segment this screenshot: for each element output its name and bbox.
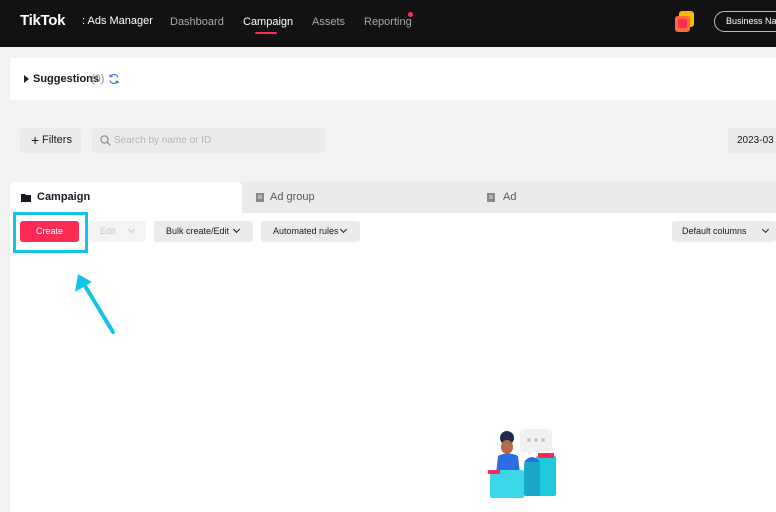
nav-campaign[interactable]: Campaign	[243, 16, 293, 28]
refresh-icon[interactable]	[108, 73, 120, 85]
tab-ad-group-label: Ad group	[270, 191, 315, 203]
chevron-down-icon	[232, 225, 241, 234]
default-columns-button[interactable]: Default columns	[672, 221, 776, 242]
business-name-button[interactable]: Business Nam	[714, 11, 776, 32]
tab-campaign-label: Campaign	[37, 191, 91, 203]
search-box[interactable]	[92, 128, 325, 153]
document-icon	[256, 193, 264, 202]
nav-dashboard[interactable]: Dashboard	[170, 16, 224, 28]
search-input[interactable]	[114, 128, 314, 153]
campaign-table-area	[10, 213, 776, 512]
tiktok-logo[interactable]: TikTok	[20, 12, 65, 29]
bulk-create-edit-label: Bulk create/Edit	[166, 226, 230, 236]
top-nav-bar: TikTok : Ads Manager Dashboard Campaign …	[0, 0, 776, 47]
chevron-down-icon	[761, 225, 770, 234]
account-app-icon[interactable]	[674, 10, 696, 34]
edit-label: Edit	[100, 226, 116, 236]
empty-state-illustration	[488, 429, 556, 498]
filters-button[interactable]: + Filters	[20, 128, 81, 153]
chevron-down-icon	[339, 225, 348, 234]
suggestions-panel: Suggestions (0)	[10, 58, 776, 100]
tab-ad-group[interactable]: Ad group	[243, 182, 473, 213]
tab-ad-label: Ad	[503, 191, 517, 203]
automated-rules-button[interactable]: Automated rules	[261, 221, 360, 242]
bulk-create-edit-button[interactable]: Bulk create/Edit	[154, 221, 253, 242]
folder-icon	[21, 194, 31, 202]
document-icon	[487, 193, 495, 202]
annotation-arrow-icon	[75, 274, 115, 334]
nav-reporting[interactable]: Reporting	[364, 16, 412, 28]
nav-active-indicator	[255, 32, 277, 34]
notification-dot	[408, 12, 413, 17]
logo-suffix: : Ads Manager	[82, 15, 153, 27]
search-icon	[100, 135, 111, 146]
default-columns-label: Default columns	[682, 226, 747, 236]
caret-right-icon[interactable]	[24, 75, 29, 83]
nav-assets[interactable]: Assets	[312, 16, 345, 28]
tab-ad[interactable]: Ad	[474, 182, 674, 213]
tab-campaign[interactable]: Campaign	[10, 182, 242, 213]
chevron-down-icon	[127, 225, 136, 234]
filters-label: Filters	[42, 134, 72, 146]
suggestions-count: (0)	[91, 73, 105, 85]
plus-icon: +	[31, 132, 40, 148]
automated-rules-label: Automated rules	[273, 226, 339, 236]
suggestions-label[interactable]: Suggestions	[33, 73, 99, 85]
create-highlight-box	[13, 212, 88, 253]
date-range-picker[interactable]: 2023-03	[728, 128, 776, 153]
edit-button[interactable]: Edit	[88, 221, 146, 242]
